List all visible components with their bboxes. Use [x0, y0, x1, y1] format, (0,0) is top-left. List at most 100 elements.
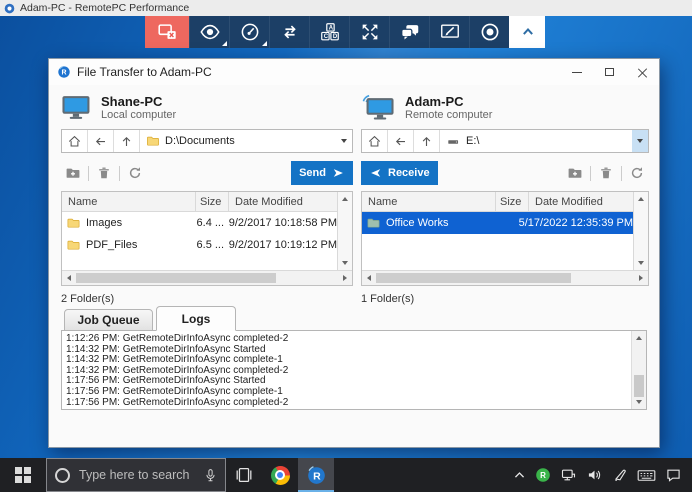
chrome-button[interactable] — [262, 458, 298, 492]
volume-button[interactable] — [586, 467, 603, 483]
chrome-icon — [271, 466, 290, 485]
microphone-icon[interactable] — [204, 468, 217, 483]
log-line: 1:17:56 PM: GetRemoteDirInfoAsync comple… — [66, 398, 629, 407]
refresh-button[interactable] — [625, 163, 649, 183]
vertical-scrollbar[interactable] — [633, 192, 648, 270]
column-date[interactable]: Date Modified — [529, 192, 633, 211]
file-row-images[interactable]: Images 6.4 ... 9/2/2017 10:18:58 PM — [62, 212, 337, 234]
up-button[interactable] — [414, 130, 440, 152]
back-button[interactable] — [88, 130, 114, 152]
remotepc-icon: R — [306, 465, 327, 486]
tab-job-queue[interactable]: Job Queue — [64, 309, 153, 331]
whiteboard-pen-icon — [439, 21, 461, 43]
new-folder-button[interactable] — [61, 163, 85, 183]
dialog-titlebar[interactable]: R File Transfer to Adam-PC — [49, 59, 659, 85]
vertical-scrollbar[interactable] — [337, 192, 352, 270]
home-button[interactable] — [362, 130, 388, 152]
file-row-pdf-files[interactable]: PDF_Files 6.5 ... 9/2/2017 10:19:12 PM — [62, 234, 337, 256]
column-size[interactable]: Size — [496, 192, 529, 211]
horizontal-scrollbar[interactable] — [362, 270, 648, 285]
local-file-list: Name Size Date Modified Images 6.4 ... 9… — [61, 191, 353, 286]
scrollbar-thumb[interactable] — [634, 375, 644, 397]
scrollbar-thumb[interactable] — [376, 273, 571, 283]
whiteboard-button[interactable] — [429, 16, 469, 48]
performance-button[interactable] — [229, 16, 269, 48]
column-size[interactable]: Size — [196, 192, 229, 211]
maximize-icon — [605, 68, 614, 76]
home-icon — [367, 134, 382, 149]
horizontal-scrollbar[interactable] — [62, 270, 352, 285]
trash-icon — [598, 165, 614, 181]
back-button[interactable] — [388, 130, 414, 152]
remotepc-dialog-icon: R — [57, 65, 71, 79]
send-label: Send — [299, 167, 326, 179]
swap-screens-button[interactable] — [269, 16, 309, 48]
scroll-left-icon[interactable] — [362, 271, 376, 285]
remote-file-list: Name Size Date Modified Office Works 5/1… — [361, 191, 649, 286]
shortcut-keys-button[interactable]: A C D — [309, 16, 349, 48]
logs-scrollbar[interactable] — [631, 331, 646, 409]
network-button[interactable] — [560, 467, 577, 483]
local-path-dropdown[interactable] — [336, 130, 352, 152]
column-name[interactable]: Name — [62, 192, 196, 211]
keyboard-icon — [637, 468, 656, 483]
log-lines: 1:12:26 PM: GetRemoteDirInfoAsync comple… — [66, 334, 629, 407]
scroll-up-icon[interactable] — [632, 331, 646, 345]
collapse-toolbar-button[interactable] — [509, 16, 545, 48]
record-button[interactable] — [469, 16, 509, 48]
close-button[interactable] — [626, 59, 659, 85]
home-button[interactable] — [62, 130, 88, 152]
start-button[interactable] — [0, 458, 46, 492]
os-titlebar: Adam-PC - RemotePC Performance — [0, 0, 692, 16]
fullscreen-button[interactable] — [349, 16, 389, 48]
file-date: 5/17/2022 12:35:39 PM — [515, 217, 633, 229]
local-path-box[interactable]: D:\Documents — [140, 134, 336, 148]
up-button[interactable] — [114, 130, 140, 152]
action-center-icon — [665, 467, 682, 483]
dropdown-corner-icon — [262, 41, 267, 46]
remote-path-dropdown[interactable] — [632, 130, 648, 152]
tray-remotepc-button[interactable]: R — [535, 467, 551, 483]
taskbar-search[interactable] — [46, 458, 226, 492]
scroll-up-icon[interactable] — [638, 197, 644, 201]
scroll-right-icon[interactable] — [634, 271, 648, 285]
chat-button[interactable] — [389, 16, 429, 48]
tab-logs[interactable]: Logs — [156, 306, 236, 331]
delete-button[interactable] — [92, 163, 116, 183]
touch-keyboard-button[interactable] — [637, 468, 656, 483]
action-center-button[interactable] — [665, 467, 682, 483]
scroll-right-icon[interactable] — [338, 271, 352, 285]
close-icon — [637, 67, 648, 78]
send-button[interactable]: Send — [291, 161, 353, 185]
minimize-button[interactable] — [560, 59, 593, 85]
scroll-left-icon[interactable] — [62, 271, 76, 285]
tray-expand-button[interactable] — [513, 469, 526, 482]
refresh-icon — [127, 165, 143, 181]
folder-icon — [66, 238, 81, 252]
maximize-button[interactable] — [593, 59, 626, 85]
receive-button[interactable]: Receive — [361, 161, 438, 185]
file-row-office-works[interactable]: Office Works 5/17/2022 12:35:39 PM — [362, 212, 633, 234]
scroll-down-icon[interactable] — [342, 261, 348, 265]
scroll-down-icon[interactable] — [632, 395, 646, 409]
search-input[interactable] — [77, 467, 197, 483]
remote-path-box[interactable]: E:\ — [440, 135, 632, 148]
refresh-icon — [629, 165, 645, 181]
file-date: 9/2/2017 10:18:58 PM — [225, 217, 337, 229]
column-name[interactable]: Name — [362, 192, 496, 211]
disconnect-button[interactable] — [145, 16, 189, 48]
column-date[interactable]: Date Modified — [229, 192, 337, 211]
pen-button[interactable] — [612, 467, 628, 483]
delete-button[interactable] — [594, 163, 618, 183]
refresh-button[interactable] — [123, 163, 147, 183]
remotepc-taskbar-button[interactable]: R — [298, 458, 334, 492]
scrollbar-thumb[interactable] — [76, 273, 276, 283]
scroll-down-icon[interactable] — [638, 261, 644, 265]
new-folder-button[interactable] — [563, 163, 587, 183]
file-name: PDF_Files — [86, 239, 137, 251]
session-toolbar: A C D — [145, 16, 545, 48]
view-modes-button[interactable] — [189, 16, 229, 48]
task-view-button[interactable] — [226, 458, 262, 492]
network-icon — [560, 467, 577, 483]
scroll-up-icon[interactable] — [342, 197, 348, 201]
